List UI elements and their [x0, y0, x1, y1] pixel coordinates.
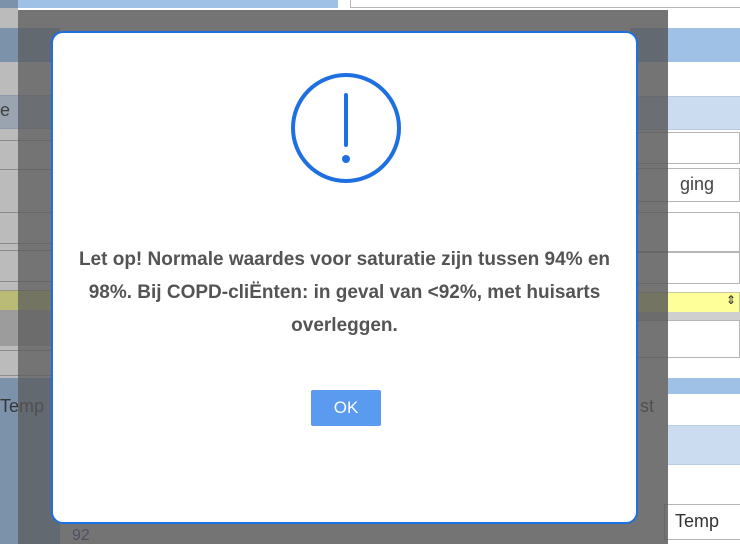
alert-dialog: Let op! Normale waardes voor saturatie z…: [51, 31, 638, 524]
backdrop-fade-left: [0, 0, 18, 544]
ok-button[interactable]: OK: [311, 390, 381, 426]
modal-overlay: Let op! Normale waardes voor saturatie z…: [0, 0, 740, 544]
alert-message: Let op! Normale waardes voor saturatie z…: [78, 249, 611, 336]
exclamation-circle-icon: [291, 73, 401, 183]
